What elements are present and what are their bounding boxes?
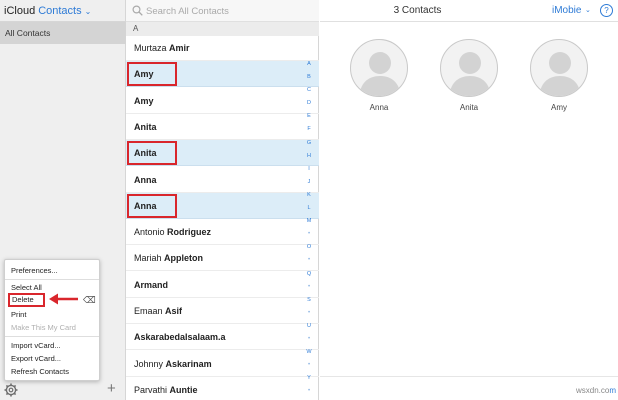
account-menu[interactable]: iMobie [552,5,581,16]
index-letter[interactable]: J [303,176,315,189]
index-letter[interactable]: C [303,84,315,97]
index-letter[interactable]: • [303,359,315,372]
sidebar: iCloud Contacts ⌄ All Contacts Preferenc… [0,0,126,400]
contact-name: Johnny Askarinam [134,358,212,369]
menu-item-print[interactable]: Print [11,310,26,319]
add-contact-button[interactable]: + [107,380,116,398]
menu-divider [5,279,99,280]
menu-divider [5,336,99,337]
index-letter[interactable]: A [303,58,315,71]
contact-card[interactable]: Amy [529,39,589,112]
contact-name: Anita [134,121,157,132]
highlight-callout-box [127,62,177,87]
contact-row[interactable]: Anna [126,167,319,193]
index-letter[interactable]: I [303,163,315,176]
contact-name: Murtaza Amir [134,43,190,53]
card-name: Anna [369,103,389,112]
index-letter[interactable]: L [303,202,315,215]
contact-row[interactable]: Mariah Appleton [126,245,319,272]
contact-name: Anna [134,174,157,185]
index-letter[interactable]: E [303,110,315,123]
menu-item-export-vcard[interactable]: Export vCard... [11,354,61,363]
search-input[interactable] [146,3,306,19]
app-switcher[interactable]: iCloud Contacts ⌄ [0,0,125,22]
contact-list: A Murtaza AmirAmyAmyAnitaAnitaAnnaAnnaAn… [126,0,319,400]
index-letter[interactable]: • [303,281,315,294]
avatar [350,39,408,97]
menu-item-preferences[interactable]: Preferences... [11,266,58,275]
group-label: All Contacts [5,28,51,38]
search-icon [132,5,143,16]
index-letter[interactable]: Y [303,372,315,385]
contact-name: Parvathi Auntie [134,384,198,395]
chevron-down-icon[interactable]: ⌄ [585,6,591,14]
contact-card[interactable]: Anita [439,39,499,112]
index-letter[interactable]: Q [303,268,315,281]
highlight-callout-box [127,193,177,218]
card-name: Anita [459,103,479,112]
backspace-key-icon: ⌫ [83,295,96,305]
index-letter[interactable]: B [303,71,315,84]
group-all-contacts[interactable]: All Contacts [0,22,126,44]
index-letter[interactable]: K [303,189,315,202]
person-silhouette-icon [359,52,401,96]
contact-row[interactable]: Emaan Asif [126,298,319,324]
index-letter[interactable]: D [303,97,315,110]
search-bar [126,0,319,22]
index-letter[interactable]: G [303,137,315,150]
person-silhouette-icon [539,52,581,96]
index-letter[interactable]: • [303,333,315,346]
menu-item-select-all[interactable]: Select All [11,283,42,292]
contact-name: Askarabedalsalaam.a [134,332,226,343]
contact-row[interactable]: Antonio Rodriguez [126,219,319,246]
index-letter[interactable]: W [303,346,315,359]
person-silhouette-icon [449,52,491,96]
contact-row[interactable]: Amy [126,88,319,114]
section-header: A [126,22,319,36]
chevron-down-icon[interactable]: ⌄ [85,7,92,16]
watermark: wsxdn.com [576,386,617,395]
menu-item-make-my-card: Make This My Card [11,323,76,332]
highlight-callout-box [127,141,177,166]
contact-name: Emaan Asif [134,306,183,316]
index-letter[interactable]: • [303,254,315,267]
index-letter[interactable]: F [303,123,315,136]
contact-count: 3 Contacts [393,5,442,16]
avatar [440,39,498,97]
contact-name: Amy [134,95,154,106]
contact-row[interactable]: Armand [126,272,319,298]
contact-card[interactable]: Anna [349,39,409,112]
detail-header: 3 Contacts iMobie ⌄ ? [320,0,618,22]
index-letter[interactable]: • [303,385,315,398]
index-letter[interactable]: O [303,241,315,254]
contact-row[interactable]: Anita [126,114,319,140]
index-letter[interactable]: M [303,215,315,228]
menu-item-refresh-contacts[interactable]: Refresh Contacts [11,367,69,376]
index-letter[interactable]: • [303,228,315,241]
contact-row[interactable]: Parvathi Auntie [126,377,319,400]
help-button[interactable]: ? [600,4,613,17]
avatar [530,39,588,97]
detail-footer-divider [320,376,618,377]
index-letter[interactable]: S [303,294,315,307]
menu-item-import-vcard[interactable]: Import vCard... [11,341,61,350]
card-name: Amy [551,103,567,112]
detail-pane: 3 Contacts iMobie ⌄ ? Anna Anita Amy [320,0,618,400]
callout-arrow-icon [49,293,78,305]
contact-name: Antonio Rodriguez [134,227,212,238]
alphabet-index[interactable]: A B C D E F G H I J K L M • O • Q • S • U • W • Y • [303,58,315,398]
index-letter[interactable]: H [303,150,315,163]
menu-item-delete[interactable]: Delete [12,295,34,304]
contact-row[interactable]: Johnny Askarinam [126,351,319,377]
app-name[interactable]: Contacts [38,5,81,17]
gear-icon[interactable] [4,383,18,397]
index-letter[interactable]: U [303,320,315,333]
contact-row[interactable]: Murtaza Amir [126,35,319,61]
contact-row[interactable]: Askarabedalsalaam.a [126,324,319,351]
contact-name: Armand [134,279,169,290]
index-letter[interactable]: • [303,307,315,320]
settings-menu: Preferences... Select All Delete ⌫ Print… [4,259,100,381]
contact-name: Mariah Appleton [134,253,204,264]
brand-label: iCloud [4,4,36,17]
